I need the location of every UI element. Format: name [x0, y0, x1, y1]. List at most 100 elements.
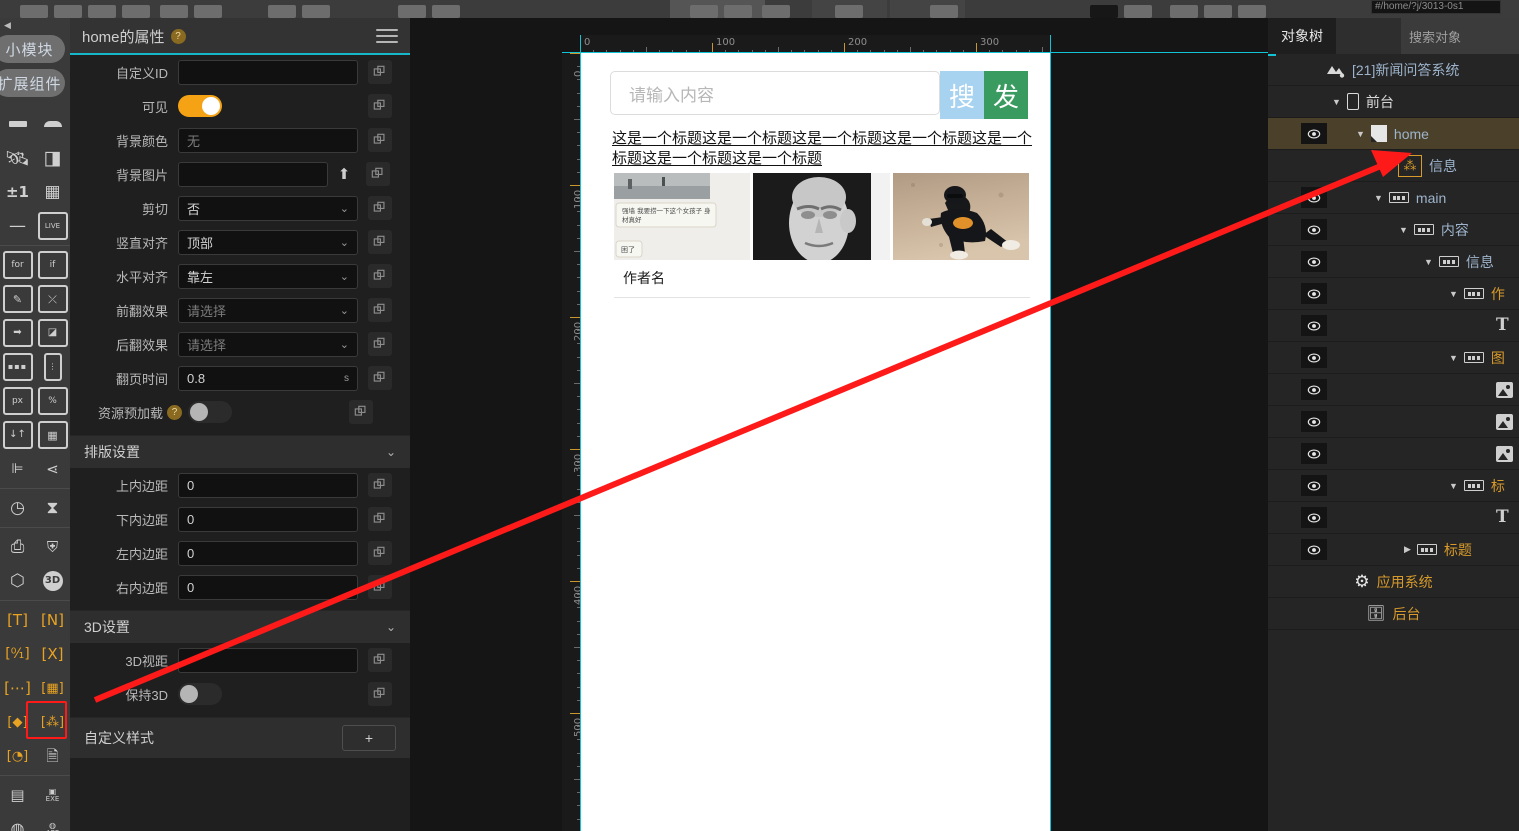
flip-time-input[interactable]: 0.8 s [178, 365, 358, 391]
chevron-down-icon[interactable]: ▼ [1332, 97, 1341, 107]
sort-icon[interactable]: ↓↑ [0, 418, 35, 452]
toolbar-button-2[interactable] [54, 5, 82, 18]
percent-unit-icon[interactable]: % [35, 384, 70, 418]
section-layout-settings[interactable]: 排版设置 ⌄ [70, 435, 410, 468]
rail-category-extensions[interactable]: 扩展组件 [0, 69, 65, 97]
zoom-out-button[interactable] [1090, 5, 1118, 18]
object-var-icon[interactable]: [◆] [0, 705, 35, 739]
live-icon[interactable]: LIVE [35, 209, 70, 243]
vertical-align-select[interactable]: 顶部 ⌄ [178, 229, 358, 255]
copy-icon[interactable] [368, 196, 392, 220]
flip-out-select[interactable]: 请选择 ⌄ [178, 331, 358, 357]
tree-row-text-2[interactable]: T [1268, 502, 1519, 534]
table-grid-icon[interactable]: ▦ [35, 418, 70, 452]
mobile-app-icon[interactable]: ▤ [0, 778, 35, 812]
hourglass-icon[interactable]: ⧗ [35, 491, 70, 525]
text-var-icon[interactable]: [T] [0, 603, 35, 637]
zoom-in-button[interactable] [1124, 5, 1152, 18]
toolbar-button-3[interactable] [88, 5, 116, 18]
toolbar-button-5[interactable] [160, 5, 188, 18]
threed-icon[interactable]: 3D [35, 564, 70, 598]
copy-icon[interactable] [368, 94, 392, 118]
drawer-icon[interactable]: ➡ [0, 316, 35, 350]
collapse-icon[interactable]: ◀ [0, 18, 70, 32]
copy-icon[interactable] [366, 162, 390, 186]
chevron-down-icon[interactable]: ▼ [1356, 129, 1365, 139]
preload-toggle[interactable] [188, 401, 232, 423]
tree-row-title-group[interactable]: ▼ 标 [1268, 470, 1519, 502]
search-input[interactable]: 请输入内容 [610, 71, 940, 115]
tree-row-main[interactable]: ▼ main [1268, 182, 1519, 214]
toolbar-button-8[interactable] [302, 5, 330, 18]
tree-row-image-3[interactable] [1268, 438, 1519, 470]
send-button[interactable]: 发 [984, 71, 1028, 119]
line-icon[interactable]: — [0, 209, 35, 243]
tree-row-info-object[interactable]: ⁂ 信息 [1268, 150, 1519, 182]
padding-left-input[interactable]: 0 [178, 540, 358, 566]
toolbar-button-1[interactable] [20, 5, 48, 18]
toolbar-button-7[interactable] [268, 5, 296, 18]
tree-row-app[interactable]: [21]新闻问答系统 [1268, 54, 1519, 86]
copy-icon[interactable] [368, 575, 392, 599]
align-button[interactable] [1238, 5, 1266, 18]
tree-row-info[interactable]: ▼ 信息 [1268, 246, 1519, 278]
play-button[interactable] [690, 5, 718, 18]
layers-icon[interactable]: ◪ [35, 316, 70, 350]
chevron-down-icon[interactable]: ▼ [1449, 481, 1458, 491]
if-condition-icon[interactable]: if [35, 248, 70, 282]
toolbar-button-4[interactable] [122, 5, 150, 18]
for-loop-icon[interactable]: for [0, 248, 35, 282]
clip-select[interactable]: 否 ⌄ [178, 195, 358, 221]
copy-icon[interactable] [368, 541, 392, 565]
tree-row-content[interactable]: ▼ 内容 [1268, 214, 1519, 246]
copy-icon[interactable] [368, 332, 392, 356]
tree-row-image-group[interactable]: ▼ 图 [1268, 342, 1519, 374]
visibility-toggle-icon[interactable] [1301, 379, 1327, 400]
number-var-icon[interactable]: [N] [35, 603, 70, 637]
tree-row-author-group[interactable]: ▼ 作 [1268, 278, 1519, 310]
visibility-toggle-icon[interactable] [1301, 283, 1327, 304]
add-custom-style-button[interactable]: + [342, 725, 396, 751]
tree-search-input[interactable]: 搜索对象 [1401, 18, 1519, 54]
redo-button[interactable] [1204, 5, 1232, 18]
upload-icon[interactable]: ⬆ [332, 162, 356, 186]
visible-toggle[interactable] [178, 95, 222, 117]
copy-icon[interactable] [368, 264, 392, 288]
copy-icon[interactable] [349, 400, 373, 424]
toolbar-button-9[interactable] [398, 5, 426, 18]
chevron-down-icon[interactable]: ▼ [1424, 257, 1433, 267]
wechat-icon[interactable]: ◍ [0, 812, 35, 831]
exe-icon[interactable]: ▣ EXE [35, 778, 70, 812]
visibility-toggle-icon[interactable] [1301, 187, 1327, 208]
tree-row-image-1[interactable] [1268, 374, 1519, 406]
tree-row-backend[interactable]: 🗄 后台 [1268, 598, 1519, 630]
edit-form-icon[interactable]: ✎ [0, 282, 35, 316]
copy-icon[interactable] [368, 128, 392, 152]
section-custom-style[interactable]: 自定义样式 + [70, 717, 410, 758]
rail-category-small-modules[interactable]: 小模块 [0, 35, 65, 63]
chevron-right-icon[interactable]: ▶ [1404, 544, 1411, 555]
device-button[interactable] [762, 5, 790, 18]
visibility-toggle-icon[interactable] [1301, 443, 1327, 464]
copy-icon[interactable] [368, 366, 392, 390]
toolbar-button-6[interactable] [194, 5, 222, 18]
rail-icon-partial-a[interactable] [0, 107, 35, 141]
tree-row-image-2[interactable] [1268, 406, 1519, 438]
chevron-down-icon[interactable]: ▼ [1399, 225, 1408, 235]
chevron-down-icon[interactable]: ▼ [1449, 353, 1458, 363]
share-node-icon[interactable]: ⋖ [35, 452, 70, 486]
tab-object-tree[interactable]: 对象树 [1268, 18, 1336, 54]
padding-right-input[interactable]: 0 [178, 574, 358, 600]
tree-row-frontend[interactable]: ▼ 前台 [1268, 86, 1519, 118]
timer-icon[interactable]: ◷ [0, 491, 35, 525]
cursor-tile-icon[interactable]: ◨ [35, 141, 70, 175]
px-unit-icon[interactable]: px [0, 384, 35, 418]
wechat-app-icon[interactable]: ◍APP [35, 812, 70, 831]
org-chart-icon[interactable]: ⛨ [35, 530, 70, 564]
visibility-toggle-icon[interactable] [1301, 315, 1327, 336]
visibility-toggle-icon[interactable] [1301, 411, 1327, 432]
copy-icon[interactable] [368, 473, 392, 497]
excel-icon[interactable]: 🗎 [35, 739, 70, 773]
copy-icon[interactable] [368, 648, 392, 672]
tree-object-icon[interactable]: [⁂] [35, 705, 70, 739]
